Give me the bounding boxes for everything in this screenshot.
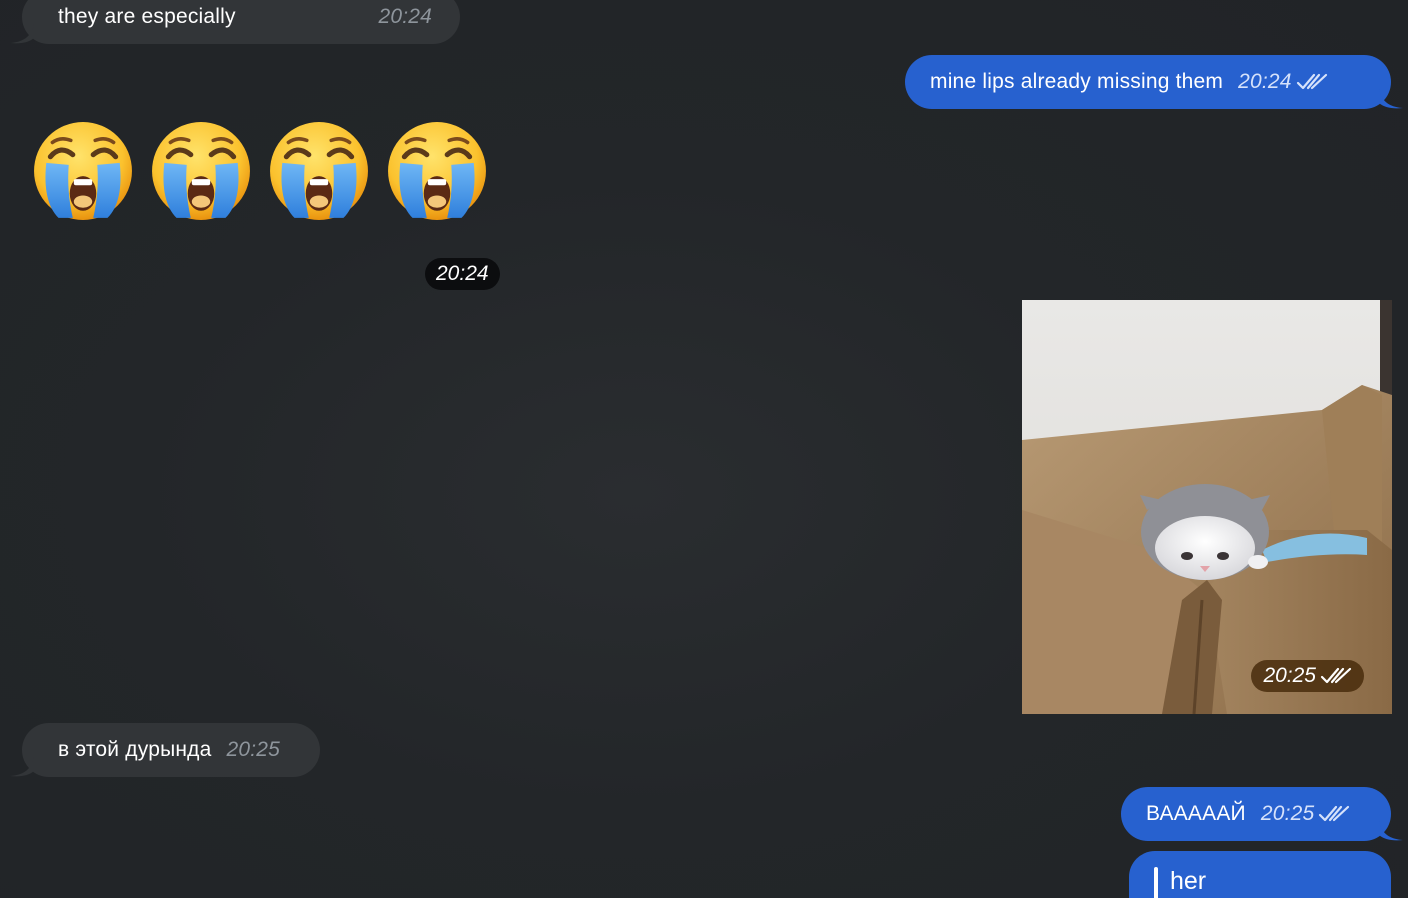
message-time: 20:25 [1260, 802, 1315, 825]
bubble-tail [1379, 821, 1403, 841]
message-text: her [1170, 867, 1207, 895]
outgoing-reply-message[interactable]: her [1129, 851, 1391, 898]
message-time: 20:24 [378, 5, 432, 28]
double-check-icon [1320, 667, 1352, 684]
outgoing-message[interactable]: ВААААAЙ 20:25 [1121, 787, 1403, 841]
message-time: 20:25 [226, 738, 281, 761]
loudly-crying-face-emoji [152, 122, 250, 220]
reply-quote-bar [1154, 867, 1158, 898]
bubble-tail [1379, 89, 1403, 109]
bubble-tail [10, 757, 34, 777]
double-check-icon [1296, 73, 1327, 90]
message-text: в этой дурында [58, 738, 212, 761]
photo-message[interactable]: 20:25 [1022, 300, 1392, 714]
loudly-crying-face-emoji [270, 122, 368, 220]
chat-area: they are especially 20:24 mine lips alre… [0, 0, 1408, 898]
photo-time-badge: 20:25 [1251, 660, 1364, 692]
kitten-photo [1022, 300, 1392, 714]
message-time: 20:24 [425, 258, 500, 290]
double-check-icon [1319, 805, 1350, 822]
message-time: 20:24 [1238, 70, 1292, 93]
incoming-message[interactable]: they are especially 20:24 [10, 0, 460, 44]
message-text: mine lips already missing them [930, 70, 1224, 93]
message-text: ВААААAЙ [1146, 802, 1246, 825]
bubble-tail [10, 24, 34, 44]
message-text: they are especially [58, 5, 236, 28]
message-time: 20:25 [1263, 664, 1316, 687]
loudly-crying-face-emoji [34, 122, 132, 220]
incoming-message[interactable]: в этой дурында 20:25 [10, 723, 320, 777]
outgoing-message[interactable]: mine lips already missing them 20:24 [905, 55, 1403, 109]
loudly-crying-face-emoji [388, 122, 486, 220]
emoji-message[interactable] [32, 120, 488, 222]
